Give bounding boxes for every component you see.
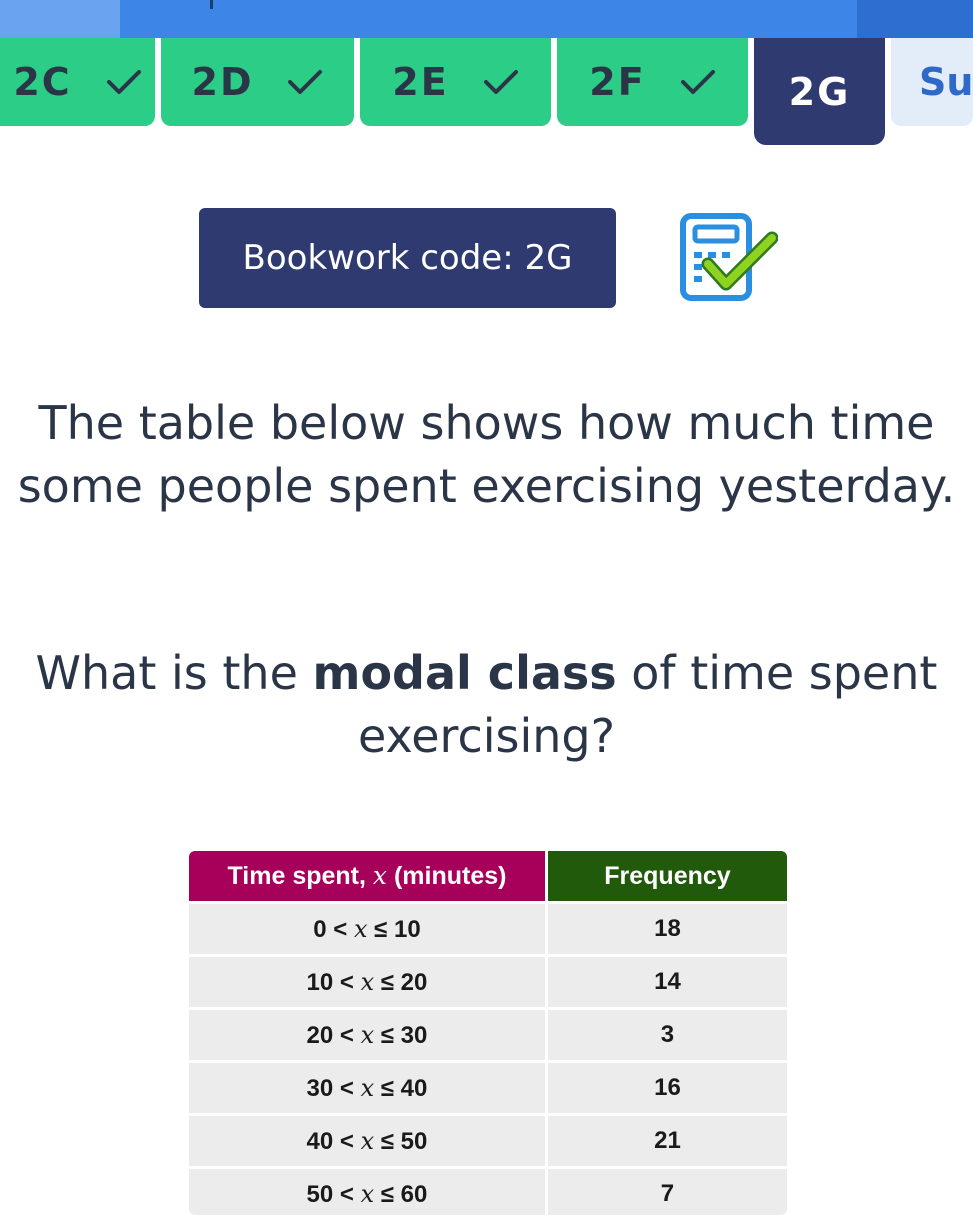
interval-lt-sign: < bbox=[339, 1021, 354, 1049]
header-frequency: Frequency bbox=[547, 851, 787, 901]
interval-le-sign: ≤ bbox=[380, 968, 394, 996]
header-time-var: x bbox=[372, 861, 387, 890]
tab-label: 2F bbox=[589, 60, 646, 104]
interval-high: 10 bbox=[394, 915, 421, 943]
tab-label: 2G bbox=[788, 69, 851, 114]
check-icon bbox=[288, 70, 323, 94]
header-time-suffix: (minutes) bbox=[387, 862, 507, 890]
interval-high: 40 bbox=[400, 1074, 428, 1102]
check-icon bbox=[483, 70, 518, 94]
interval-var: x bbox=[360, 1073, 375, 1102]
interval-high: 30 bbox=[400, 1021, 428, 1049]
bookwork-code: Bookwork code: 2G bbox=[199, 208, 616, 308]
cell-frequency: 14 bbox=[547, 954, 787, 1007]
interval-low: 0 bbox=[313, 915, 327, 943]
cell-time-interval: 50 < x ≤ 60 bbox=[189, 1166, 548, 1215]
tab-2e[interactable]: 2E bbox=[360, 38, 551, 126]
cell-frequency: 7 bbox=[547, 1166, 787, 1215]
table-row: 50 < x ≤ 60 7 bbox=[189, 1166, 787, 1215]
interval-var: x bbox=[360, 1020, 375, 1049]
interval-low: 30 bbox=[306, 1074, 334, 1102]
progress-segment-end bbox=[857, 0, 973, 38]
cell-time-interval: 20 < x ≤ 30 bbox=[189, 1007, 548, 1060]
interval-lt-sign: < bbox=[339, 1127, 354, 1155]
interval-le-sign: ≤ bbox=[380, 1127, 394, 1155]
question-prompt: What is the modal class of time spent ex… bbox=[0, 642, 973, 768]
table-row: 0 < x ≤ 10 18 bbox=[189, 901, 787, 954]
cell-time-interval: 40 < x ≤ 50 bbox=[189, 1113, 548, 1166]
interval-high: 20 bbox=[400, 968, 428, 996]
table-row: 30 < x ≤ 40 16 bbox=[189, 1060, 787, 1113]
progress-segment-complete bbox=[0, 0, 120, 38]
interval-lt-sign: < bbox=[339, 968, 354, 996]
interval-lt-sign: < bbox=[339, 1180, 354, 1208]
question-intro-text: The table below shows how much time some… bbox=[17, 396, 956, 513]
interval-lt-sign: < bbox=[339, 1074, 354, 1102]
cell-time-interval: 10 < x ≤ 20 bbox=[189, 954, 548, 1007]
bookwork-label: Bookwork code: 2G bbox=[242, 238, 573, 278]
tab-summary[interactable]: Su bbox=[891, 38, 973, 126]
cell-frequency: 16 bbox=[547, 1060, 787, 1113]
tab-2g[interactable]: 2G bbox=[754, 38, 885, 145]
interval-low: 40 bbox=[306, 1127, 334, 1155]
cell-frequency: 3 bbox=[547, 1007, 787, 1060]
interval-le-sign: ≤ bbox=[374, 915, 388, 943]
interval-le-sign: ≤ bbox=[380, 1074, 394, 1102]
tab-label: Su bbox=[919, 60, 973, 104]
check-icon bbox=[680, 70, 715, 94]
interval-high: 60 bbox=[400, 1180, 428, 1208]
progress-marker bbox=[210, 0, 213, 9]
interval-lt-sign: < bbox=[333, 915, 348, 943]
table-row: 40 < x ≤ 50 21 bbox=[189, 1113, 787, 1166]
question-prompt-start: What is the bbox=[35, 646, 313, 700]
tab-label: 2C bbox=[13, 60, 72, 104]
frequency-table: Time spent, x (minutes) Frequency 0 < x … bbox=[189, 851, 787, 1215]
interval-low: 20 bbox=[306, 1021, 334, 1049]
frequency-table-grid: Time spent, x (minutes) Frequency 0 < x … bbox=[189, 851, 787, 1215]
cell-frequency: 18 bbox=[547, 901, 787, 954]
interval-var: x bbox=[360, 1126, 375, 1155]
interval-var: x bbox=[360, 967, 375, 996]
question-prompt-bold: modal class bbox=[312, 646, 617, 700]
progress-strip bbox=[0, 0, 973, 38]
cell-time-interval: 30 < x ≤ 40 bbox=[189, 1060, 548, 1113]
tab-label: 2D bbox=[191, 60, 254, 104]
interval-var: x bbox=[353, 914, 368, 943]
interval-le-sign: ≤ bbox=[380, 1021, 394, 1049]
cell-time-interval: 0 < x ≤ 10 bbox=[189, 901, 548, 954]
interval-high: 50 bbox=[400, 1127, 428, 1155]
table-row: 20 < x ≤ 30 3 bbox=[189, 1007, 787, 1060]
tab-2d[interactable]: 2D bbox=[161, 38, 354, 126]
tab-2f[interactable]: 2F bbox=[557, 38, 748, 126]
header-time-prefix: Time spent, bbox=[227, 862, 373, 890]
table-header-row: Time spent, x (minutes) Frequency bbox=[189, 851, 787, 901]
interval-low: 10 bbox=[306, 968, 334, 996]
calculator-allowed-icon bbox=[680, 213, 778, 301]
interval-var: x bbox=[360, 1179, 375, 1208]
table-row: 10 < x ≤ 20 14 bbox=[189, 954, 787, 1007]
question-intro: The table below shows how much time some… bbox=[0, 392, 973, 518]
tab-label: 2E bbox=[392, 60, 449, 104]
tab-2c[interactable]: 2C bbox=[0, 38, 155, 126]
check-icon bbox=[106, 70, 141, 94]
interval-le-sign: ≤ bbox=[380, 1180, 394, 1208]
interval-low: 50 bbox=[306, 1180, 334, 1208]
header-time-spent: Time spent, x (minutes) bbox=[189, 851, 548, 901]
cell-frequency: 21 bbox=[547, 1113, 787, 1166]
